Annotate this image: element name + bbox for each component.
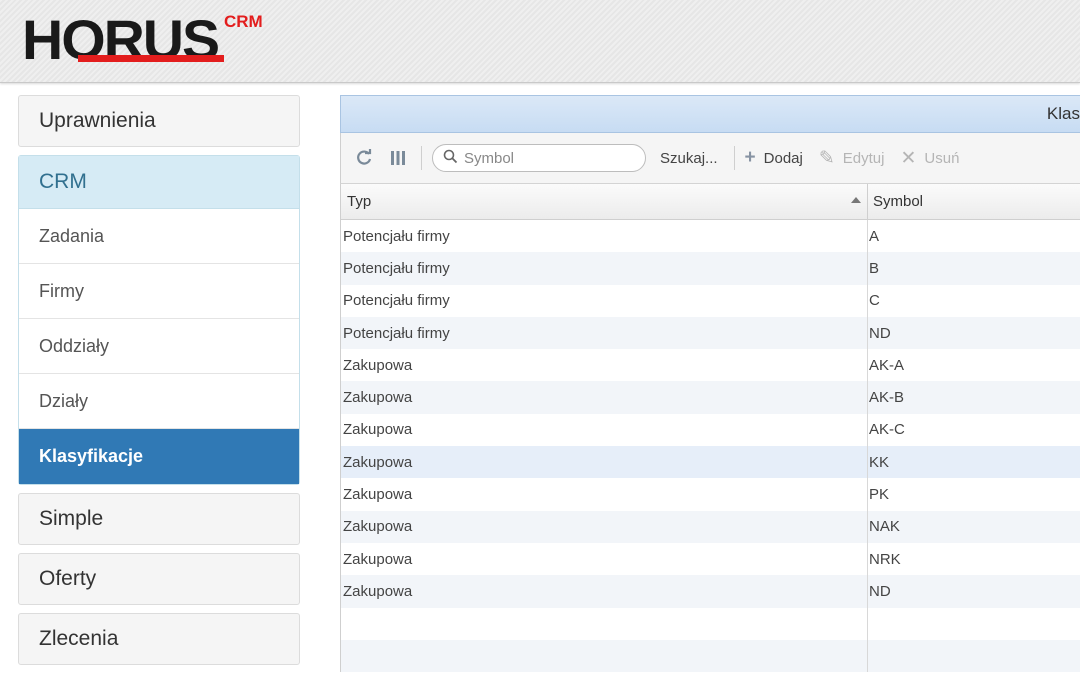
cell-typ: Zakupowa: [341, 446, 868, 479]
table-row[interactable]: Potencjału firmy A: [341, 220, 1080, 253]
cell-symbol: [868, 608, 1080, 640]
cell-typ: Zakupowa: [341, 510, 868, 543]
search-icon: [443, 149, 458, 167]
edit-button-label: Edytuj: [842, 149, 885, 167]
cell-symbol: ND: [869, 582, 891, 600]
cell-typ: Zakupowa: [341, 478, 868, 511]
sidebar-section-crm-header[interactable]: CRM: [19, 156, 299, 209]
empty-table-row: [341, 607, 1080, 640]
sidebar-section-label: Uprawnienia: [39, 109, 156, 132]
sidebar-section-oferty[interactable]: Oferty: [18, 553, 300, 605]
cell-typ: Potencjału firmy: [341, 284, 868, 317]
toolbar-divider: [421, 146, 422, 170]
column-header-typ[interactable]: Typ: [341, 184, 868, 219]
table-row[interactable]: Potencjału firmy ND: [341, 316, 1080, 350]
search-input[interactable]: [462, 148, 636, 168]
sidebar-item-label: Firmy: [39, 280, 84, 301]
cell-symbol: AK-B: [869, 389, 905, 407]
sidebar-item-zadania[interactable]: Zadania: [19, 209, 299, 264]
sidebar-item-klasyfikacje[interactable]: Klasyfikacje: [19, 429, 299, 484]
cell-symbol: KK: [869, 453, 890, 471]
table-row[interactable]: Zakupowa PK: [341, 478, 1080, 511]
logo-underline: [78, 55, 224, 62]
column-header-symbol[interactable]: Symbol: [868, 184, 1080, 219]
sidebar-item-label: Działy: [39, 390, 89, 411]
sidebar-item-label: Oddziały: [39, 335, 110, 356]
cell-typ: Potencjału firmy: [341, 316, 868, 350]
cell-typ: [341, 639, 868, 673]
cell-symbol: NAK: [869, 518, 900, 536]
sidebar-section-label: Zlecenia: [39, 627, 119, 650]
sidebar-section-crm: CRM Zadania Firmy Oddziały Działy Klasyf…: [18, 155, 300, 485]
grid-toolbar: Szukaj... + Dodaj ✎ Edytuj ✕ Usuń: [340, 133, 1080, 184]
cell-symbol: [868, 640, 1080, 672]
sidebar-item-firmy[interactable]: Firmy: [19, 264, 299, 319]
table-row[interactable]: Zakupowa NRK: [341, 542, 1080, 576]
cell-symbol: AK-A: [869, 356, 905, 374]
delete-button-label: Usuń: [924, 149, 960, 167]
grid-title: Klas: [1046, 104, 1080, 123]
cell-typ: Zakupowa: [341, 349, 868, 382]
cell-symbol: NRK: [869, 550, 901, 568]
sidebar-item-dzialy[interactable]: Działy: [19, 374, 299, 429]
sidebar-item-oddzialy[interactable]: Oddziały: [19, 319, 299, 374]
logo-sup: CRM: [224, 12, 263, 31]
pencil-icon: ✎: [818, 147, 835, 169]
sidebar-section-label: CRM: [39, 170, 87, 193]
cell-typ: Zakupowa: [341, 413, 868, 447]
search-field[interactable]: [432, 144, 646, 172]
cell-symbol: ND: [869, 324, 891, 342]
close-icon: ✕: [900, 147, 917, 169]
sidebar-item-label: Klasyfikacje: [39, 446, 144, 466]
table-row[interactable]: Zakupowa ND: [341, 575, 1080, 608]
table-row[interactable]: Zakupowa AK-A: [341, 349, 1080, 382]
table-row[interactable]: Zakupowa KK: [341, 446, 1080, 479]
cell-typ: Potencjału firmy: [341, 252, 868, 285]
sidebar-section-label: Oferty: [39, 567, 97, 590]
cell-typ: Zakupowa: [341, 575, 868, 608]
table-row[interactable]: Zakupowa AK-C: [341, 413, 1080, 447]
cell-typ: [341, 607, 868, 640]
search-button[interactable]: Szukaj...: [660, 150, 718, 167]
grid-header-row: Typ Symbol: [340, 184, 1080, 220]
cell-symbol: A: [869, 227, 880, 245]
cell-typ: Potencjału firmy: [341, 220, 868, 253]
column-header-label: Typ: [347, 193, 372, 210]
table-row[interactable]: Potencjału firmy B: [341, 252, 1080, 285]
sidebar-section-uprawnienia[interactable]: Uprawnienia: [18, 95, 300, 147]
table-row[interactable]: Potencjału firmy C: [341, 284, 1080, 317]
cell-symbol: B: [869, 259, 880, 277]
grid-body: Potencjału firmy A Potencjału firmy B Potenc…: [340, 220, 1080, 673]
cell-typ: Zakupowa: [341, 381, 868, 414]
empty-table-row: [341, 639, 1080, 673]
app-header: HORUS CRM: [0, 0, 1080, 83]
cell-symbol: C: [869, 292, 880, 310]
sidebar-item-label: Zadania: [39, 225, 105, 246]
toolbar-divider: [733, 146, 735, 170]
sidebar-section-label: Simple: [39, 507, 104, 530]
cell-symbol: PK: [869, 486, 890, 504]
cell-symbol: AK-C: [869, 421, 905, 439]
delete-button[interactable]: ✕ Usuń: [900, 147, 959, 170]
edit-button[interactable]: ✎ Edytuj: [819, 147, 885, 170]
table-row[interactable]: Zakupowa NAK: [341, 510, 1080, 543]
add-button[interactable]: + Dodaj: [745, 147, 803, 169]
sidebar: Uprawnienia CRM Zadania Firmy Oddziały D…: [18, 95, 300, 673]
sidebar-section-simple[interactable]: Simple: [18, 493, 300, 545]
grid-panel: Klas Szukaj... + Dodaj ✎ Edytuj ✕ Usuń: [340, 95, 1080, 686]
columns-icon[interactable]: [387, 147, 409, 169]
cell-typ: Zakupowa: [341, 542, 868, 576]
sidebar-section-zlecenia[interactable]: Zlecenia: [18, 613, 300, 665]
table-row[interactable]: Zakupowa AK-B: [341, 381, 1080, 414]
plus-icon: +: [744, 147, 756, 168]
sort-asc-icon: [851, 197, 861, 203]
refresh-icon[interactable]: [353, 147, 375, 169]
column-header-label: Symbol: [873, 193, 924, 210]
grid-title-bar: Klas: [340, 95, 1080, 133]
add-button-label: Dodaj: [763, 149, 803, 167]
